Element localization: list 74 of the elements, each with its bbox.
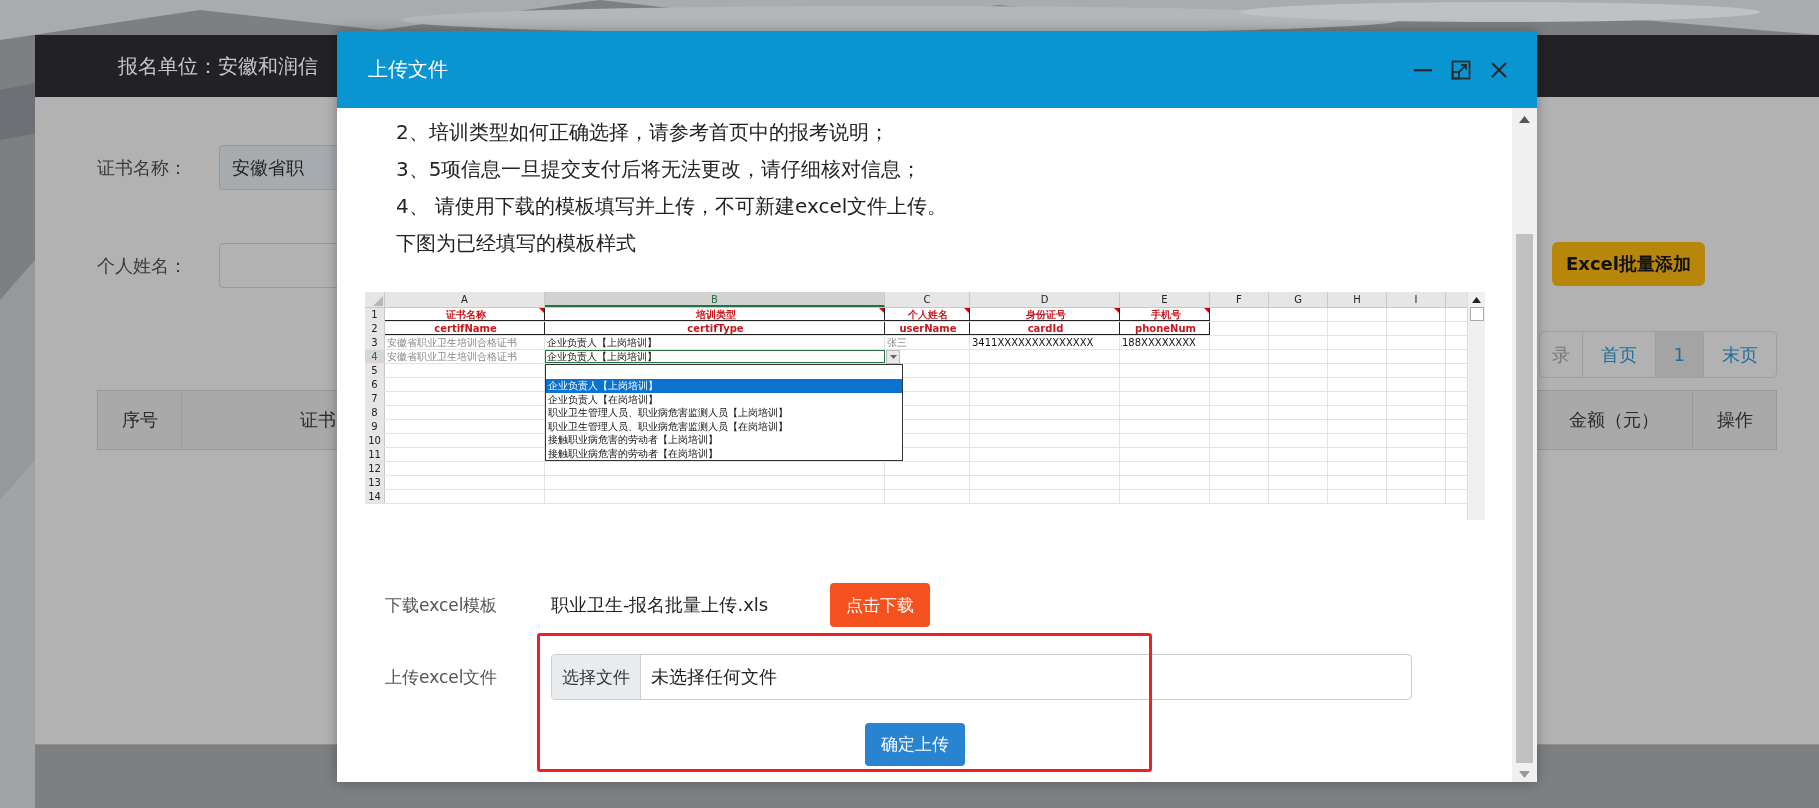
filter-label: 证书名称：	[97, 155, 188, 180]
sheet-cell: 身份证号	[970, 308, 1120, 321]
choose-file-button[interactable]: 选择文件	[552, 655, 641, 699]
column-header: 序号	[98, 391, 182, 449]
column-letter[interactable]: G	[1269, 292, 1328, 307]
template-file-name: 职业卫生-报名批量上传.xls	[551, 593, 770, 617]
close-icon[interactable]	[1489, 59, 1509, 80]
row-number[interactable]: 2	[365, 322, 385, 335]
sheet-cell: 张三	[885, 336, 970, 349]
sheet-cell: userName	[885, 322, 970, 335]
confirm-upload-button[interactable]: 确定上传	[865, 723, 965, 766]
row-number[interactable]: 9	[365, 420, 385, 433]
filter-label: 个人姓名：	[97, 253, 188, 278]
sheet-cell: 188XXXXXXXX	[1120, 336, 1210, 349]
sheet-cell: 企业负责人【上岗培训】	[545, 350, 885, 363]
excel-batch-add-button[interactable]: Excel批量添加	[1552, 241, 1705, 286]
row-number[interactable]: 6	[365, 378, 385, 391]
column-letter[interactable]: F	[1210, 292, 1269, 307]
scroll-up-icon[interactable]	[1472, 297, 1481, 303]
row-number[interactable]: 12	[365, 462, 385, 475]
sheet-cell: phoneNum	[1120, 322, 1210, 335]
column-letter[interactable]: I	[1387, 292, 1446, 307]
instruction-text: 2、培训类型如何正确选择，请参考首页中的报考说明；	[396, 119, 890, 146]
dropdown-option[interactable]: 企业负责人【上岗培训】	[546, 379, 902, 393]
row-number[interactable]: 4	[365, 350, 385, 363]
download-label: 下载excel模板	[385, 593, 499, 617]
column-letter[interactable]: B	[545, 292, 885, 307]
maximize-icon[interactable]	[1451, 59, 1471, 80]
record-count: 录	[1550, 342, 1571, 367]
sheet-scrollbar[interactable]	[1467, 292, 1485, 520]
select-all-icon	[373, 296, 383, 306]
scroll-thumb[interactable]	[1469, 307, 1484, 321]
column-letter[interactable]: H	[1328, 292, 1387, 307]
sheet-cell: certifType	[545, 322, 885, 335]
file-input[interactable]: 选择文件 未选择任何文件	[551, 654, 1412, 700]
sheet-cell: cardId	[970, 322, 1120, 335]
scroll-up-icon[interactable]	[1519, 116, 1530, 123]
instruction-text: 下图为已经填写的模板样式	[396, 230, 637, 257]
row-number[interactable]: 13	[365, 476, 385, 489]
instruction-text: 4、 请使用下载的模板填写并上传，不可新建excel文件上传。	[396, 193, 949, 220]
sheet-cell: 手机号	[1120, 308, 1210, 321]
sheet-cell: 培训类型	[545, 308, 885, 321]
dropdown-option[interactable]: 企业负责人【在岗培训】	[546, 392, 902, 406]
column-header: 操作	[1715, 408, 1754, 432]
dropdown-option[interactable]: 职业卫生管理人员、职业病危害监测人员【在岗培训】	[546, 419, 902, 433]
dropdown-option[interactable]: 接触职业病危害的劳动者【在岗培训】	[546, 446, 902, 460]
row-number[interactable]: 14	[365, 490, 385, 503]
row-number[interactable]: 11	[365, 448, 385, 461]
dialog-title: 上传文件	[368, 56, 449, 83]
sheet-cell: certifName	[385, 322, 545, 335]
row-number[interactable]: 8	[365, 406, 385, 419]
column-letter[interactable]: D	[970, 292, 1120, 307]
scroll-thumb[interactable]	[1516, 234, 1533, 763]
instruction-text: 3、5项信息一旦提交支付后将无法更改，请仔细核对信息；	[396, 156, 923, 183]
sheet-cell: 3411XXXXXXXXXXXXXX	[970, 336, 1120, 349]
unit-label: 报名单位：安徽和润信	[118, 52, 318, 80]
scroll-down-icon[interactable]	[1519, 771, 1530, 778]
sheet-cell: 个人姓名	[885, 308, 970, 321]
dropdown-option[interactable]: 职业卫生管理人员、职业病危害监测人员【上岗培训】	[546, 406, 902, 420]
dialog-scrollbar[interactable]	[1512, 108, 1537, 782]
sheet-cell: 企业负责人【上岗培训】	[545, 336, 885, 349]
row-number[interactable]: 10	[365, 434, 385, 447]
row-number[interactable]: 7	[365, 392, 385, 405]
file-status: 未选择任何文件	[650, 665, 777, 689]
row-number[interactable]: 5	[365, 364, 385, 377]
row-number[interactable]: 1	[365, 308, 385, 321]
sheet-cell: 安徽省职业卫生培训合格证书	[385, 350, 545, 363]
row-number[interactable]: 3	[365, 336, 385, 349]
column-letter[interactable]: E	[1120, 292, 1210, 307]
upload-label: 上传excel文件	[385, 665, 499, 689]
column-letter[interactable]: C	[885, 292, 970, 307]
sheet-cell: 证书名称	[385, 308, 545, 321]
dropdown-option[interactable]: 接触职业病危害的劳动者【上岗培训】	[546, 433, 902, 447]
sheet-cell: 安徽省职业卫生培训合格证书	[385, 336, 545, 349]
